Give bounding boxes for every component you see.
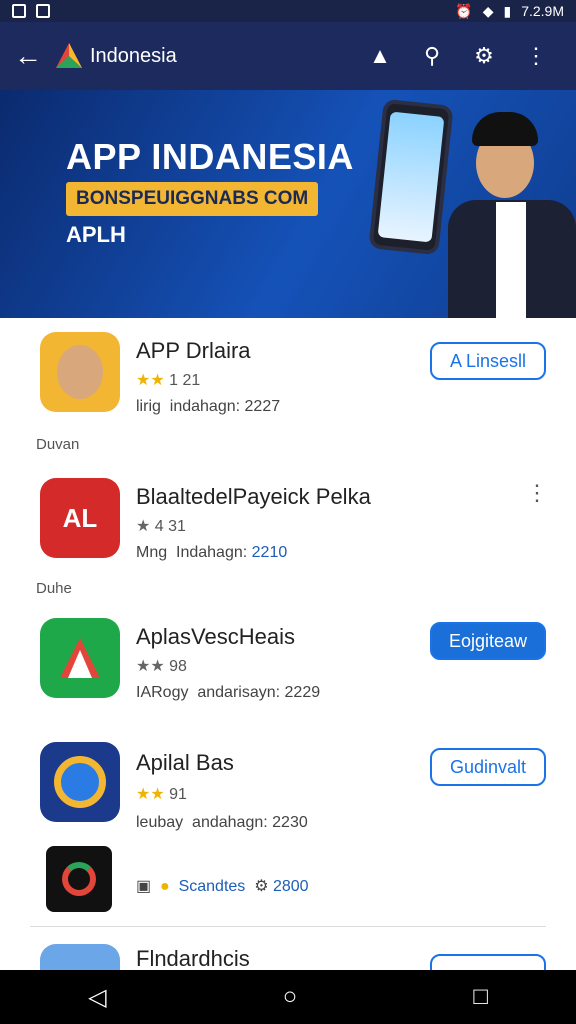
install-button[interactable] <box>430 954 546 970</box>
banner-headline: APP INDANESIA <box>66 136 354 177</box>
overflow-menu-icon[interactable]: ⋮ <box>510 43 562 69</box>
app-name: Flndardhcis <box>136 946 250 970</box>
app-icon <box>46 846 112 912</box>
app-meta: Mng Indahagn: 2210 <box>136 544 288 561</box>
install-button[interactable]: A Linsesll <box>430 342 546 380</box>
app-meta: leubay andahagn: 2230 <box>136 814 308 831</box>
back-arrow-icon[interactable]: ← <box>14 40 54 72</box>
open-button[interactable]: Eojgiteaw <box>430 622 546 660</box>
banner-subtitle: APLH <box>66 222 126 247</box>
banner-tagline: BONSPEUIGGNABS COM <box>66 182 319 216</box>
app-name: BlaaltedelPayeick Pelka <box>136 484 371 509</box>
status-time: 7.2.9M <box>521 3 564 19</box>
search-icon[interactable]: ⚲ <box>406 43 458 69</box>
app-title: Indonesia <box>90 44 177 67</box>
phone-illustration <box>368 98 454 256</box>
app-name: AplasVescHeais <box>136 624 295 649</box>
app-bar: ← Indonesia ▲ ⚲ ⚙ ⋮ <box>0 22 576 90</box>
gear-small-icon: ⚙ <box>254 878 269 895</box>
section-label: Duhe <box>36 580 72 597</box>
app-icon <box>40 618 120 698</box>
app-meta: IARogy andarisayn: 2229 <box>136 684 321 701</box>
app-icon: AL <box>40 478 120 558</box>
message-icon <box>36 4 50 18</box>
update-button[interactable]: Gudinvalt <box>430 748 546 786</box>
app-rating: ★ 4 31 <box>136 518 186 535</box>
app-name: Apilal Bas <box>136 750 234 775</box>
badge-icon: ● <box>160 878 170 895</box>
list-item[interactable]: Flndardhcis <box>0 940 576 970</box>
app-rating: ★★ 98 <box>136 658 187 675</box>
wifi-icon: ◆ <box>482 2 494 19</box>
app-icon <box>40 944 120 970</box>
settings-icon[interactable]: ⚙ <box>458 43 510 69</box>
app-rating: ★★ 91 <box>136 786 187 803</box>
cast-icon[interactable]: ▲ <box>354 43 406 69</box>
app-logo-icon <box>56 43 82 68</box>
list-item[interactable]: AL BlaaltedelPayeick Pelka ★ 4 31 Mng In… <box>0 476 576 576</box>
system-nav-bar: ◁ ○ □ <box>0 970 576 1024</box>
nav-recents-icon[interactable]: □ <box>473 983 488 1011</box>
app-icon <box>40 332 120 412</box>
nav-back-icon[interactable]: ◁ <box>88 983 106 1012</box>
person-illustration <box>448 112 576 318</box>
notification-icon <box>12 4 26 18</box>
app-rating: ★★ 1 21 <box>136 372 201 389</box>
app-name: APP Drlaira <box>136 338 251 363</box>
divider <box>30 926 546 927</box>
app-icon <box>40 742 120 822</box>
more-options-icon[interactable]: ⋮ <box>526 480 548 506</box>
list-item[interactable]: Apilal Bas ★★ 91 leubay andahagn: 2230 G… <box>0 740 576 840</box>
status-bar: ⏰ ◆ ▮ 7.2.9M <box>0 0 576 22</box>
section-label: Duvan <box>36 436 80 453</box>
list-item[interactable]: ▣ ● Scandtes ⚙ 2800 <box>0 846 576 916</box>
list-item[interactable]: AplasVescHeais ★★ 98 IARogy andarisayn: … <box>0 616 576 716</box>
package-icon: ▣ <box>136 878 152 895</box>
alarm-icon: ⏰ <box>455 2 473 19</box>
battery-icon: ▮ <box>503 2 512 19</box>
app-meta: ▣ ● Scandtes ⚙ 2800 <box>136 878 309 895</box>
promo-banner[interactable]: APP INDANESIA BONSPEUIGGNABS COM APLH <box>0 90 576 318</box>
nav-home-icon[interactable]: ○ <box>283 983 298 1011</box>
list-item[interactable]: APP Drlaira ★★ 1 21 lirig indahagn: 2227… <box>0 330 576 430</box>
app-meta: lirig indahagn: 2227 <box>136 398 281 415</box>
